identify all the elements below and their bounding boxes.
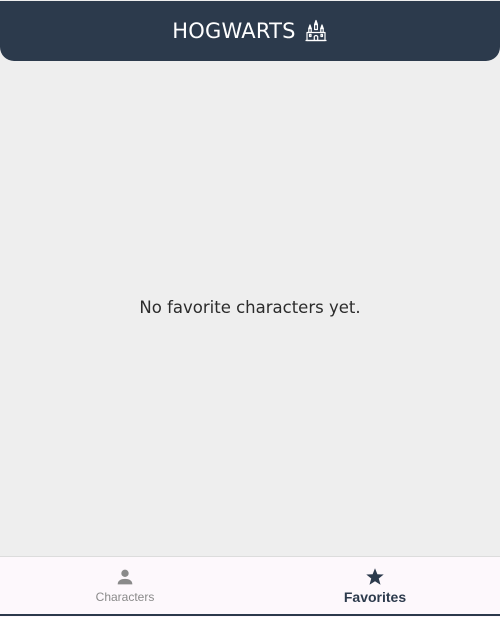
person-icon: [114, 566, 136, 588]
nav-label-favorites: Favorites: [343, 589, 407, 605]
nav-item-characters[interactable]: Characters: [0, 557, 250, 617]
favorites-content: No favorite characters yet.: [0, 61, 500, 556]
page-title: HOGWARTS: [172, 19, 296, 43]
bottom-navigation: Characters Favorites: [0, 556, 500, 617]
star-icon: [364, 566, 386, 588]
empty-state-message: No favorite characters yet.: [139, 298, 361, 317]
app-header: HOGWARTS: [0, 1, 500, 61]
nav-label-characters: Characters: [95, 590, 155, 604]
nav-item-favorites[interactable]: Favorites: [250, 557, 500, 617]
castle-icon: [304, 19, 328, 43]
app-root: HOGWARTS No favorite characters yet. Cha…: [0, 0, 500, 617]
